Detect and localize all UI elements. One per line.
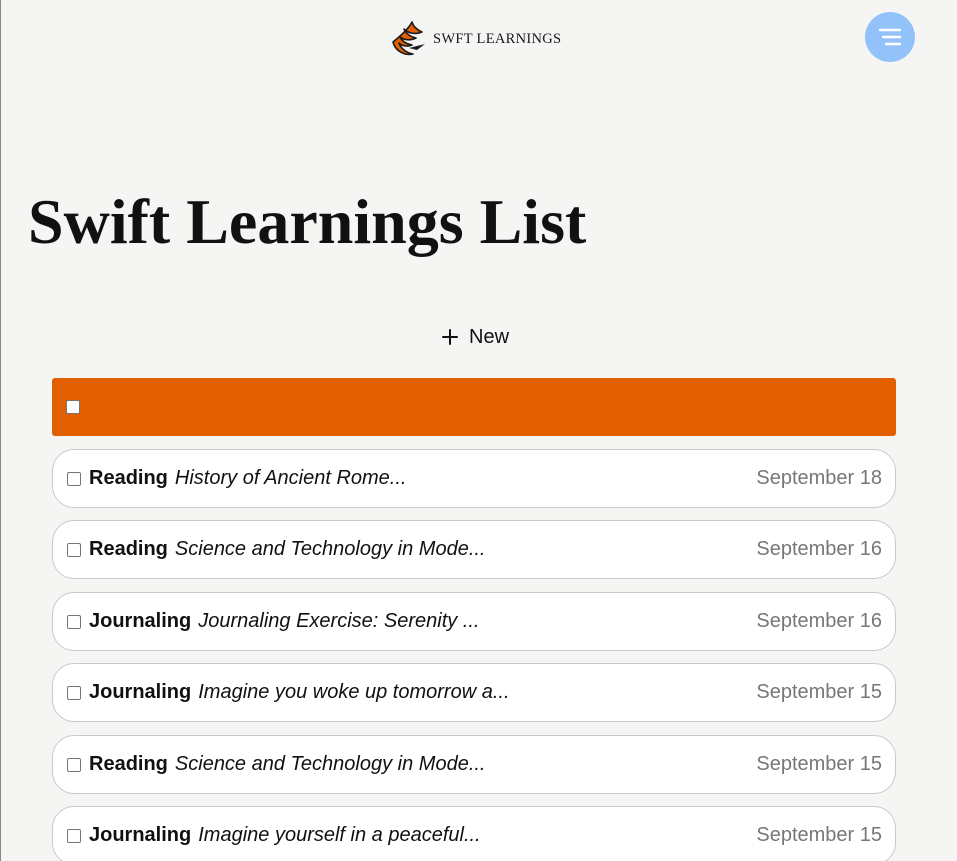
list-item[interactable]: Journaling Journaling Exercise: Serenity… xyxy=(52,592,896,651)
list-item[interactable]: Journaling Imagine you woke up tomorrow … xyxy=(52,663,896,722)
entry-date: September 16 xyxy=(756,538,882,560)
new-entry-button[interactable]: New xyxy=(437,320,513,354)
entry-title: Imagine yourself in a peaceful... xyxy=(198,824,481,846)
entry-date: September 15 xyxy=(756,681,882,703)
app-page: SWFT LEARNINGS Swift Learnings List New … xyxy=(0,0,957,861)
entry-type: Reading xyxy=(89,753,168,775)
entry-date: September 18 xyxy=(756,467,882,489)
entry-checkbox[interactable] xyxy=(67,757,81,772)
page-title: Swift Learnings List xyxy=(28,186,587,257)
entry-title: Science and Technology in Mode... xyxy=(174,538,486,560)
entry-date: September 15 xyxy=(756,824,882,846)
entry-checkbox[interactable] xyxy=(67,542,81,557)
select-all-checkbox[interactable] xyxy=(66,400,80,414)
entry-type: Reading xyxy=(89,467,168,489)
list-item[interactable]: Reading Science and Technology in Mode..… xyxy=(52,735,896,794)
select-all-bar xyxy=(52,378,896,436)
entry-checkbox[interactable] xyxy=(67,828,81,843)
entry-type: Journaling xyxy=(89,681,192,703)
new-entry-label: New xyxy=(469,325,510,348)
swift-bird-logo-icon xyxy=(392,21,425,56)
entry-title: Science and Technology in Mode... xyxy=(174,753,486,775)
entry-date: September 16 xyxy=(756,610,882,632)
top-header: SWFT LEARNINGS xyxy=(1,0,957,80)
entry-checkbox[interactable] xyxy=(67,685,81,700)
menu-button[interactable] xyxy=(865,12,915,62)
hamburger-menu-icon xyxy=(878,28,902,46)
list-item[interactable]: Journaling Imagine yourself in a peacefu… xyxy=(52,806,896,861)
entry-type: Reading xyxy=(89,538,168,560)
entry-title: Journaling Exercise: Serenity ... xyxy=(198,610,480,632)
entry-type: Journaling xyxy=(89,610,192,632)
list-item[interactable]: Reading Science and Technology in Mode..… xyxy=(52,520,896,579)
list-item[interactable]: Reading History of Ancient Rome... Septe… xyxy=(52,449,896,508)
entry-title: History of Ancient Rome... xyxy=(174,467,407,489)
brand-name: SWFT LEARNINGS xyxy=(433,30,562,47)
entry-checkbox[interactable] xyxy=(67,614,81,629)
entry-type: Journaling xyxy=(89,824,192,846)
entry-title: Imagine you woke up tomorrow a... xyxy=(198,681,510,703)
entry-checkbox[interactable] xyxy=(67,471,81,486)
plus-icon xyxy=(442,329,458,345)
brand-logo-link[interactable]: SWFT LEARNINGS xyxy=(389,20,561,58)
entry-date: September 15 xyxy=(756,753,882,775)
